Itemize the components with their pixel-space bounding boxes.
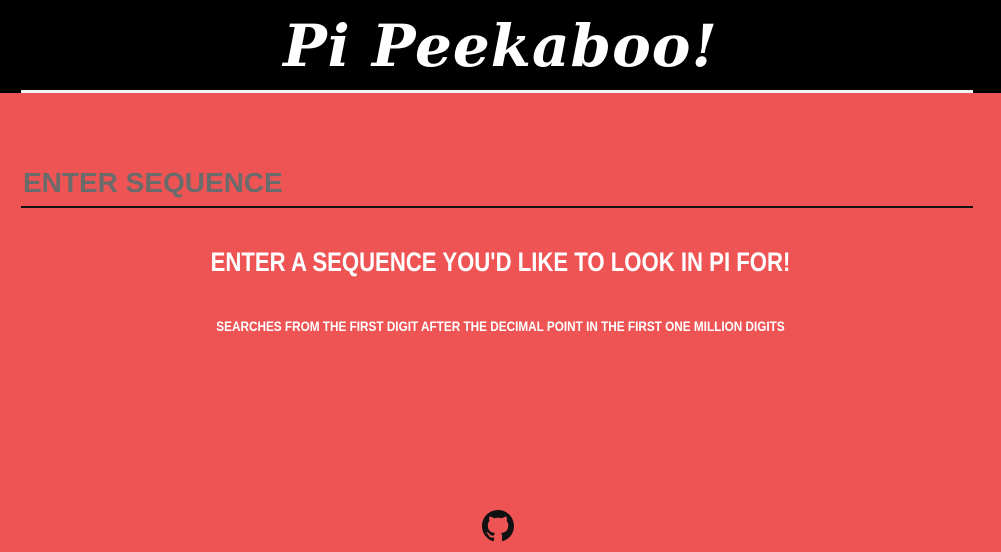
instruction-subtext: SEARCHES FROM THE FIRST DIGIT AFTER THE … (216, 318, 785, 334)
github-icon (482, 510, 514, 542)
header-bar: Pi Peekaboo! (0, 0, 1001, 93)
github-link[interactable] (482, 510, 514, 542)
header-divider (21, 90, 973, 93)
sequence-input[interactable] (21, 160, 973, 208)
page-title: Pi Peekaboo! (283, 12, 718, 80)
instruction-heading: ENTER A SEQUENCE YOU'D LIKE TO LOOK IN P… (210, 247, 791, 277)
